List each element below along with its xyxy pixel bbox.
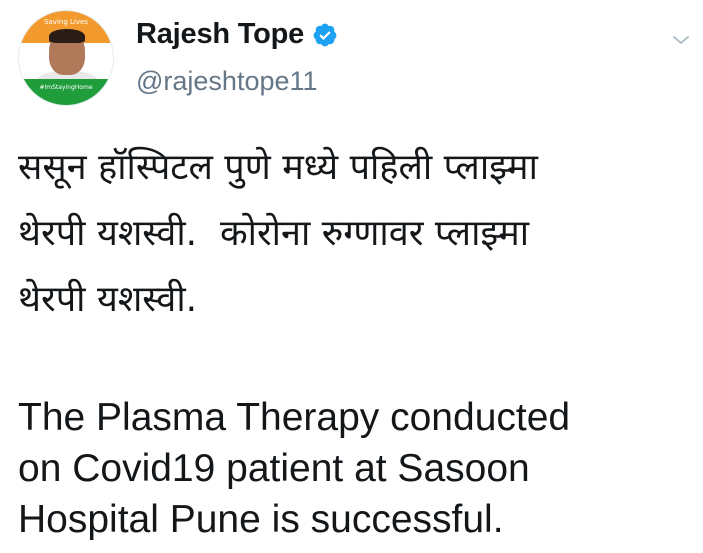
author-name-row: Rajesh Tope [136, 18, 338, 51]
chevron-down-icon[interactable] [671, 30, 691, 50]
avatar-bottom-text: #ImStayingHome [39, 84, 93, 91]
tweet-text-english: The Plasma Therapy conducted on Covid19 … [18, 396, 571, 541]
avatar[interactable]: Saving Lives #ImStayingHome [18, 10, 114, 106]
author-handle[interactable]: @rajeshtope11 [136, 66, 318, 97]
avatar-hair [49, 29, 85, 43]
tweet-card: Saving Lives #ImStayingHome Rajesh Tope … [0, 0, 703, 553]
tweet-text-marathi: ससून हॉस्पिटल पुणे मध्ये पहिली प्लाझ्मा … [18, 147, 538, 320]
author-display-name[interactable]: Rajesh Tope [136, 18, 304, 51]
avatar-bottom-band: #ImStayingHome [19, 79, 113, 105]
avatar-top-text: Saving Lives [44, 18, 88, 26]
verified-badge-icon [313, 23, 337, 46]
